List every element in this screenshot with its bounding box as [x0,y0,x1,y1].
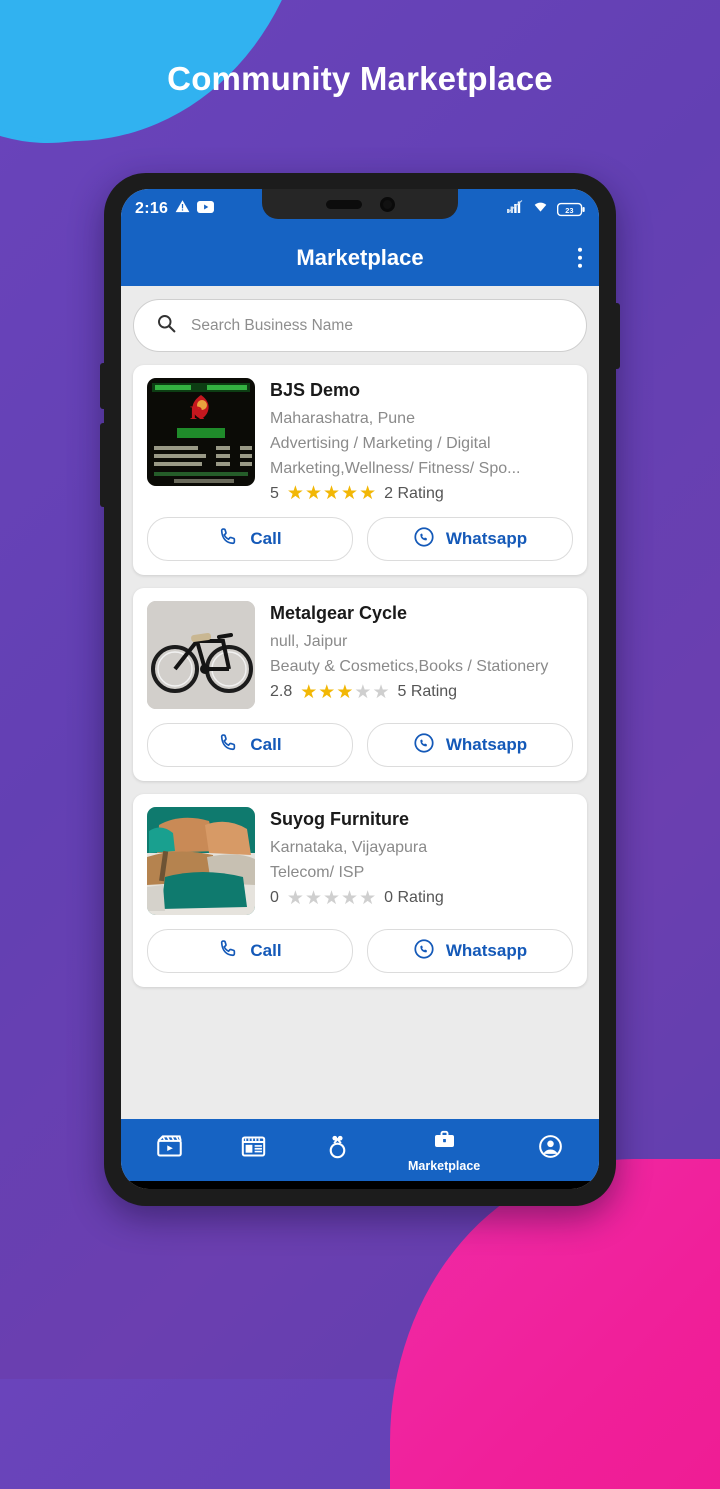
warning-triangle-icon [175,199,190,219]
whatsapp-icon [413,526,435,553]
star-icon: ★ [323,887,341,909]
status-bar: 2:16 23 [121,189,599,229]
star-rating: ★ ★ ★ ★ ★ [287,889,376,908]
star-icon: ★ [336,681,354,703]
bottom-navigation: Marketplace [121,1119,599,1181]
star-icon: ★ [300,681,318,703]
listing-card[interactable]: Metalgear Cycle null, Jaipur Beauty & Co… [133,588,587,782]
nav-item-matrimony[interactable] [324,1133,351,1167]
briefcase-icon [431,1128,458,1157]
call-button-label: Call [250,735,282,755]
nav-item-news[interactable] [240,1133,267,1167]
rating-row: 5 ★ ★ ★ ★ ★ 2 Rating [270,484,573,503]
rating-value: 5 [270,484,279,502]
phone-icon [218,938,239,964]
star-icon: ★ [359,483,377,505]
call-button-label: Call [250,529,282,549]
phone-screen: 2:16 23 Marketplace Search Business Name… [121,189,599,1189]
listing-name: Suyog Furniture [270,809,409,830]
earpiece-speaker [325,199,362,209]
rating-count: 0 Rating [384,889,444,907]
star-icon: ★ [323,483,341,505]
star-icon: ★ [341,887,359,909]
power-button[interactable] [613,303,620,369]
star-icon: ★ [372,681,390,703]
star-rating: ★ ★ ★ ★ ★ [300,683,389,702]
star-rating: ★ ★ ★ ★ ★ [287,484,376,503]
star-icon: ★ [354,681,372,703]
star-icon: ★ [304,483,322,505]
star-icon: ★ [341,483,359,505]
search-bar[interactable]: Search Business Name [133,299,587,352]
whatsapp-icon [413,732,435,759]
listing-thumbnail [147,601,255,710]
star-icon: ★ [286,483,304,505]
listing-card[interactable]: R BJS Demo Maharashatra, Pune Advertisin… [133,365,587,576]
app-bar: Marketplace [121,229,599,286]
kebab-menu-icon[interactable] [577,247,582,268]
nav-item-videos[interactable] [156,1133,183,1167]
rating-count: 2 Rating [384,484,444,502]
star-icon: ★ [318,681,336,703]
search-input[interactable]: Search Business Name [191,317,353,335]
svg-text:23: 23 [565,205,573,214]
listing-categories: Advertising / Marketing / Digital Market… [270,434,521,477]
whatsapp-button[interactable]: Whatsapp [367,929,573,974]
listing-name: BJS Demo [270,380,361,400]
call-button[interactable]: Call [147,929,353,974]
page-title: Community Marketplace [167,60,553,97]
listing-categories: Telecom/ ISP [270,864,365,882]
svg-text:R: R [190,403,204,424]
news-layout-icon [240,1133,267,1165]
listing-thumbnail: R [147,378,255,486]
listing-name: Metalgear Cycle [270,603,408,624]
account-circle-icon [537,1133,564,1165]
call-button[interactable]: Call [147,517,353,562]
phone-notch [262,189,458,219]
whatsapp-icon [413,938,435,965]
status-bar-time: 2:16 [135,200,169,217]
call-button[interactable]: Call [147,723,353,768]
whatsapp-button-label: Whatsapp [445,735,528,755]
whatsapp-button-label: Whatsapp [445,529,528,549]
listing-card[interactable]: Suyog Furniture Karnataka, Vijayapura Te… [133,794,587,988]
nav-item-marketplace[interactable]: Marketplace [408,1128,480,1173]
nav-label: Marketplace [407,1158,481,1173]
app-bar-title: Marketplace [296,244,424,270]
whatsapp-button[interactable]: Whatsapp [367,517,573,562]
rating-row: 0 ★ ★ ★ ★ ★ 0 Rating [270,889,573,908]
listing-categories: Beauty & Cosmetics,Books / Stationery [270,658,549,676]
whatsapp-button[interactable]: Whatsapp [367,723,573,768]
rating-row: 2.8 ★ ★ ★ ★ ★ 5 Rating [270,683,573,702]
listing-thumbnail [147,807,255,916]
volume-up-button[interactable] [100,363,107,409]
video-clapperboard-icon [156,1133,183,1165]
search-icon [156,313,177,339]
rating-count: 5 Rating [397,683,458,701]
star-icon: ★ [304,887,322,909]
phone-frame: 2:16 23 Marketplace Search Business Name… [100,173,620,1206]
android-navigation-bar [121,1181,599,1189]
wifi-icon [532,200,549,218]
cellular-signal-icon [507,200,524,218]
whatsapp-button-label: Whatsapp [445,941,528,961]
rating-value: 0 [270,889,279,907]
phone-icon [218,732,239,758]
phone-icon [218,526,239,552]
ring-icon [324,1133,351,1165]
listing-scroll-area[interactable]: Search Business Name R BJS Demo Maharash… [121,286,599,1119]
star-icon: ★ [359,887,377,909]
listing-location: Karnataka, Vijayapura [270,839,428,857]
listing-location: Maharashatra, Pune [270,410,415,427]
rating-value: 2.8 [270,683,293,701]
listing-location: null, Jaipur [270,633,348,651]
call-button-label: Call [250,941,282,961]
front-camera-icon [379,196,395,212]
star-icon: ★ [286,887,304,909]
background-blob-pink [390,1159,720,1489]
volume-down-button[interactable] [100,423,107,507]
battery-icon: 23 [557,202,585,217]
nav-item-account[interactable] [537,1133,564,1167]
youtube-icon [197,200,215,218]
